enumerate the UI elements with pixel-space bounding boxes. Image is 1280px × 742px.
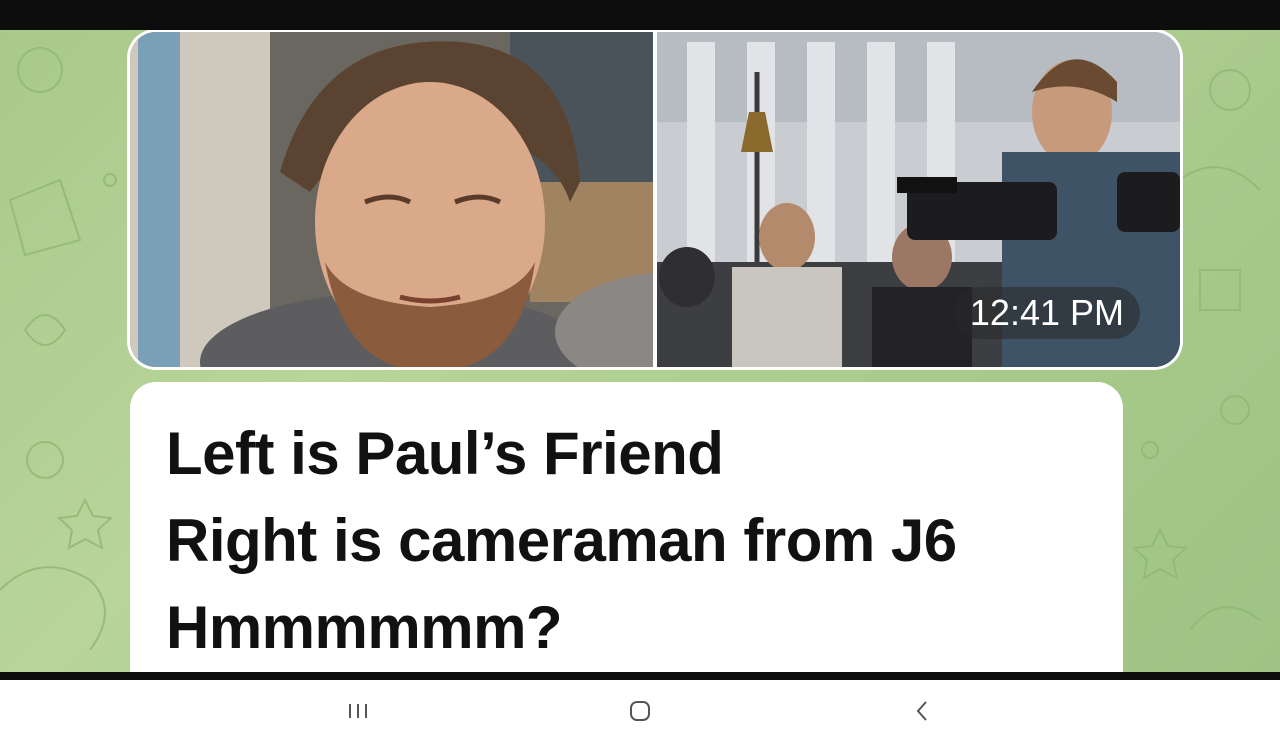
man-portrait-image: [130, 32, 653, 367]
home-button[interactable]: [620, 696, 660, 726]
navigation-bar: [0, 680, 1280, 742]
message-timestamp: 12:41 PM: [953, 287, 1140, 339]
back-icon: [916, 701, 927, 721]
message-line: Left is Paul’s Friend: [166, 420, 724, 487]
recents-icon: [349, 704, 367, 718]
text-message-bubble[interactable]: Left is Paul’s Friend Right is cameraman…: [130, 382, 1123, 672]
message-line: Right is cameraman from J6: [166, 507, 957, 574]
status-bar: [0, 0, 1280, 30]
home-icon: [630, 701, 650, 721]
photo-left[interactable]: [130, 32, 653, 367]
message-line: Hmmmmmm?: [166, 594, 563, 661]
back-button[interactable]: [902, 696, 942, 726]
chat-wallpaper: 12:41 PM Left is Paul’s Friend Right is …: [0, 30, 1280, 672]
divider: [0, 672, 1280, 680]
recents-button[interactable]: [338, 696, 378, 726]
photo-message-bubble[interactable]: 12:41 PM: [130, 32, 1180, 367]
